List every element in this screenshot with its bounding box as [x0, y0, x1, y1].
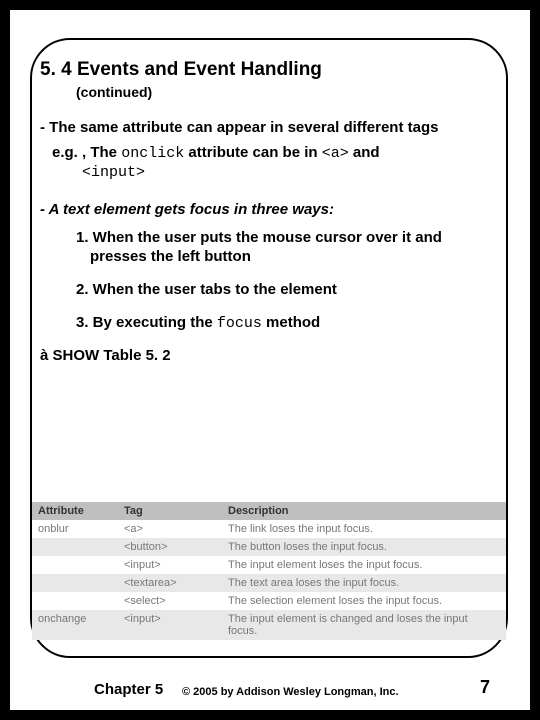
ordered-list: 1. When the user puts the mouse cursor o… — [62, 229, 500, 333]
attributes-table: Attribute Tag Description onblur <a> The… — [32, 502, 506, 640]
code-focus: focus — [217, 315, 262, 332]
table-row: onchange <input> The input element is ch… — [32, 610, 506, 640]
cell-desc: The text area loses the input focus. — [222, 574, 506, 592]
table-header-row: Attribute Tag Description — [32, 502, 506, 520]
bullet-1: - The same attribute can appear in sever… — [40, 119, 500, 138]
cell-attr: onblur — [32, 520, 118, 538]
bullet-2: - A text element gets focus in three way… — [40, 201, 500, 220]
list-item-2: 2. When the user tabs to the element — [62, 281, 500, 300]
th-tag: Tag — [118, 502, 222, 520]
table-row: <textarea> The text area loses the input… — [32, 574, 506, 592]
rounded-frame: 5. 4 Events and Event Handling (continue… — [30, 38, 508, 658]
bullet-1-sub-line2: <input> — [82, 164, 500, 183]
footer-copyright: © 2005 by Addison Wesley Longman, Inc. — [182, 686, 399, 698]
bullet-1-sub: e.g. , The onclick attribute can be in <… — [52, 144, 500, 164]
cell-desc: The selection element loses the input fo… — [222, 592, 506, 610]
table-row: <select> The selection element loses the… — [32, 592, 506, 610]
cell-tag: <input> — [118, 556, 222, 574]
cell-desc: The button loses the input focus. — [222, 538, 506, 556]
cell-tag: <select> — [118, 592, 222, 610]
table-row: <button> The button loses the input focu… — [32, 538, 506, 556]
th-description: Description — [222, 502, 506, 520]
show-text: SHOW Table 5. 2 — [48, 347, 170, 364]
footer-chapter: Chapter 5 — [94, 681, 163, 698]
table-row: <input> The input element loses the inpu… — [32, 556, 506, 574]
cell-tag: <button> — [118, 538, 222, 556]
cell-desc: The input element loses the input focus. — [222, 556, 506, 574]
cell-attr — [32, 574, 118, 592]
show-table-line: à SHOW Table 5. 2 — [40, 347, 500, 366]
cell-desc: The link loses the input focus. — [222, 520, 506, 538]
code-a-tag: <a> — [322, 145, 349, 162]
cell-attr — [32, 592, 118, 610]
cell-desc: The input element is changed and loses t… — [222, 610, 506, 640]
text: and — [349, 144, 380, 161]
slide-content: 5. 4 Events and Event Handling (continue… — [26, 58, 516, 366]
table-row: onblur <a> The link loses the input focu… — [32, 520, 506, 538]
list-item-3: 3. By executing the focus method — [62, 314, 500, 334]
slide-page: 5. 4 Events and Event Handling (continue… — [10, 10, 530, 710]
cell-tag: <a> — [118, 520, 222, 538]
text: 3. By executing the — [76, 314, 217, 331]
cell-tag: <input> — [118, 610, 222, 640]
cell-tag: <textarea> — [118, 574, 222, 592]
cell-attr — [32, 538, 118, 556]
cell-attr — [32, 556, 118, 574]
footer-page-number: 7 — [480, 677, 490, 698]
code-onclick: onclick — [121, 145, 184, 162]
th-attribute: Attribute — [32, 502, 118, 520]
slide-subtitle: (continued) — [76, 84, 516, 102]
cell-attr: onchange — [32, 610, 118, 640]
slide-title: 5. 4 Events and Event Handling — [40, 58, 516, 82]
text: e.g. , The — [52, 144, 121, 161]
text: method — [262, 314, 320, 331]
list-item-1: 1. When the user puts the mouse cursor o… — [62, 229, 500, 267]
text: attribute can be in — [184, 144, 322, 161]
